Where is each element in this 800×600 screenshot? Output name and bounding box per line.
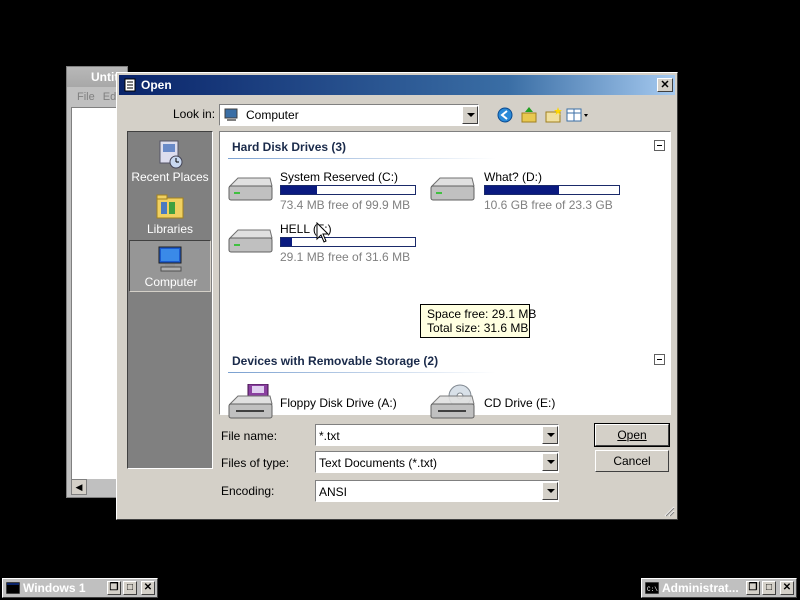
encoding-combo[interactable]: ANSI	[315, 480, 559, 502]
restore-button[interactable]: ❐	[107, 581, 121, 595]
maximize-button[interactable]: □	[762, 581, 776, 595]
place-label: Recent Places	[131, 170, 209, 184]
group-header-removable-storage[interactable]: Devices with Removable Storage (2)	[232, 354, 438, 368]
file-name-label: File name:	[221, 429, 278, 443]
drive-usage-fill	[485, 186, 559, 194]
file-type-dropdown-button[interactable]	[542, 453, 558, 471]
drive-item-d[interactable]: What? (D:) 10.6 GB free of 23.3 GB	[428, 170, 628, 212]
group-divider	[228, 372, 496, 373]
hard-drive-icon	[430, 177, 475, 201]
file-name-dropdown-button[interactable]	[542, 426, 558, 444]
hard-drive-icon	[228, 177, 273, 201]
taskbar-window-1[interactable]: Windows 1 ❐ □ ✕	[2, 578, 158, 598]
console-icon: C:\	[645, 582, 659, 594]
look-in-dropdown-button[interactable]	[462, 106, 478, 124]
place-recent-places[interactable]: Recent Places	[129, 136, 211, 186]
drive-name: What? (D:)	[484, 170, 543, 184]
open-button[interactable]: Open	[594, 423, 670, 447]
tooltip-space-free: Space free: 29.1 MB	[427, 307, 537, 321]
maximize-button[interactable]: □	[123, 581, 137, 595]
floppy-drive-icon	[228, 384, 273, 419]
look-in-dropdown[interactable]: Computer	[219, 104, 479, 126]
close-button[interactable]: ✕	[657, 78, 673, 92]
collapse-hard-disk-group-button[interactable]	[654, 140, 665, 151]
group-divider	[228, 158, 496, 159]
file-type-label: Files of type:	[221, 456, 290, 470]
open-button-label: Open	[617, 428, 647, 442]
drive-usage-bar	[280, 185, 416, 195]
cancel-button[interactable]: Cancel	[595, 450, 669, 472]
dialog-title: Open	[141, 78, 172, 92]
taskbar-title: Windows 1	[23, 581, 86, 595]
back-icon[interactable]	[495, 105, 515, 125]
hard-drive-icon	[228, 229, 273, 253]
dialog-titlebar[interactable]: Open ✕	[119, 75, 675, 95]
close-button[interactable]: ✕	[780, 581, 794, 595]
collapse-removable-group-button[interactable]	[654, 354, 665, 365]
cd-drive-icon	[430, 384, 475, 419]
resize-grip-icon[interactable]	[663, 505, 675, 517]
drive-usage-bar	[280, 237, 416, 247]
notepad-icon	[124, 78, 136, 92]
mouse-pointer-icon	[316, 222, 330, 243]
encoding-value: ANSI	[319, 485, 348, 499]
file-name-value[interactable]: *.txt	[319, 429, 340, 443]
recent-places-icon	[159, 140, 183, 169]
drive-item-a[interactable]: Floppy Disk Drive (A:)	[226, 384, 426, 424]
encoding-label: Encoding:	[221, 484, 275, 498]
look-in-label: Look in:	[173, 107, 216, 121]
restore-button[interactable]: ❐	[746, 581, 760, 595]
drive-name: CD Drive (E:)	[484, 396, 556, 410]
drive-free-space: 10.6 GB free of 23.3 GB	[484, 198, 613, 212]
drive-item-e[interactable]: CD Drive (E:)	[428, 384, 628, 424]
console-icon	[6, 582, 20, 594]
file-list-view[interactable]: Hard Disk Drives (3) System Reserved (C:…	[219, 131, 671, 419]
open-dialog: Open ✕ Look in: Computer Recent Places L…	[116, 72, 678, 520]
up-folder-icon[interactable]	[519, 105, 539, 125]
drive-name: System Reserved (C:)	[280, 170, 399, 184]
look-in-value: Computer	[246, 108, 299, 122]
file-type-value: Text Documents (*.txt)	[319, 456, 438, 470]
svg-text:C:\: C:\	[647, 586, 658, 593]
libraries-icon	[156, 194, 184, 219]
view-menu-icon[interactable]	[565, 105, 591, 125]
new-folder-icon[interactable]	[543, 105, 563, 125]
drive-free-space: 73.4 MB free of 99.9 MB	[280, 198, 411, 212]
encoding-dropdown-button[interactable]	[542, 482, 558, 500]
menu-file[interactable]: File	[77, 91, 95, 103]
place-computer[interactable]: Computer	[129, 240, 211, 292]
drive-usage-fill	[281, 186, 318, 194]
file-name-combo[interactable]: *.txt	[315, 424, 559, 446]
drive-usage-fill	[281, 238, 292, 246]
file-type-combo[interactable]: Text Documents (*.txt)	[315, 451, 559, 473]
place-label: Libraries	[146, 222, 194, 236]
drive-free-space: 29.1 MB free of 31.6 MB	[280, 250, 411, 264]
close-button[interactable]: ✕	[141, 581, 155, 595]
group-header-hard-disk-drives[interactable]: Hard Disk Drives (3)	[232, 140, 346, 154]
taskbar-title: Administrat...	[662, 581, 739, 595]
drive-tooltip: Space free: 29.1 MB Total size: 31.6 MB	[420, 304, 537, 338]
place-libraries[interactable]: Libraries	[129, 188, 211, 238]
scroll-left-button[interactable]: ◀	[71, 479, 87, 495]
place-label: Computer	[144, 275, 198, 289]
drive-usage-bar	[484, 185, 620, 195]
tooltip-total-size: Total size: 31.6 MB	[427, 321, 529, 335]
drive-name: Floppy Disk Drive (A:)	[280, 396, 397, 410]
computer-icon	[158, 246, 182, 272]
places-bar: Recent Places Libraries Computer	[127, 131, 213, 469]
taskbar-window-administrator[interactable]: C:\ Administrat... ❐ □ ✕	[641, 578, 797, 598]
computer-icon	[224, 108, 238, 121]
drive-item-c[interactable]: System Reserved (C:) 73.4 MB free of 99.…	[226, 170, 426, 212]
